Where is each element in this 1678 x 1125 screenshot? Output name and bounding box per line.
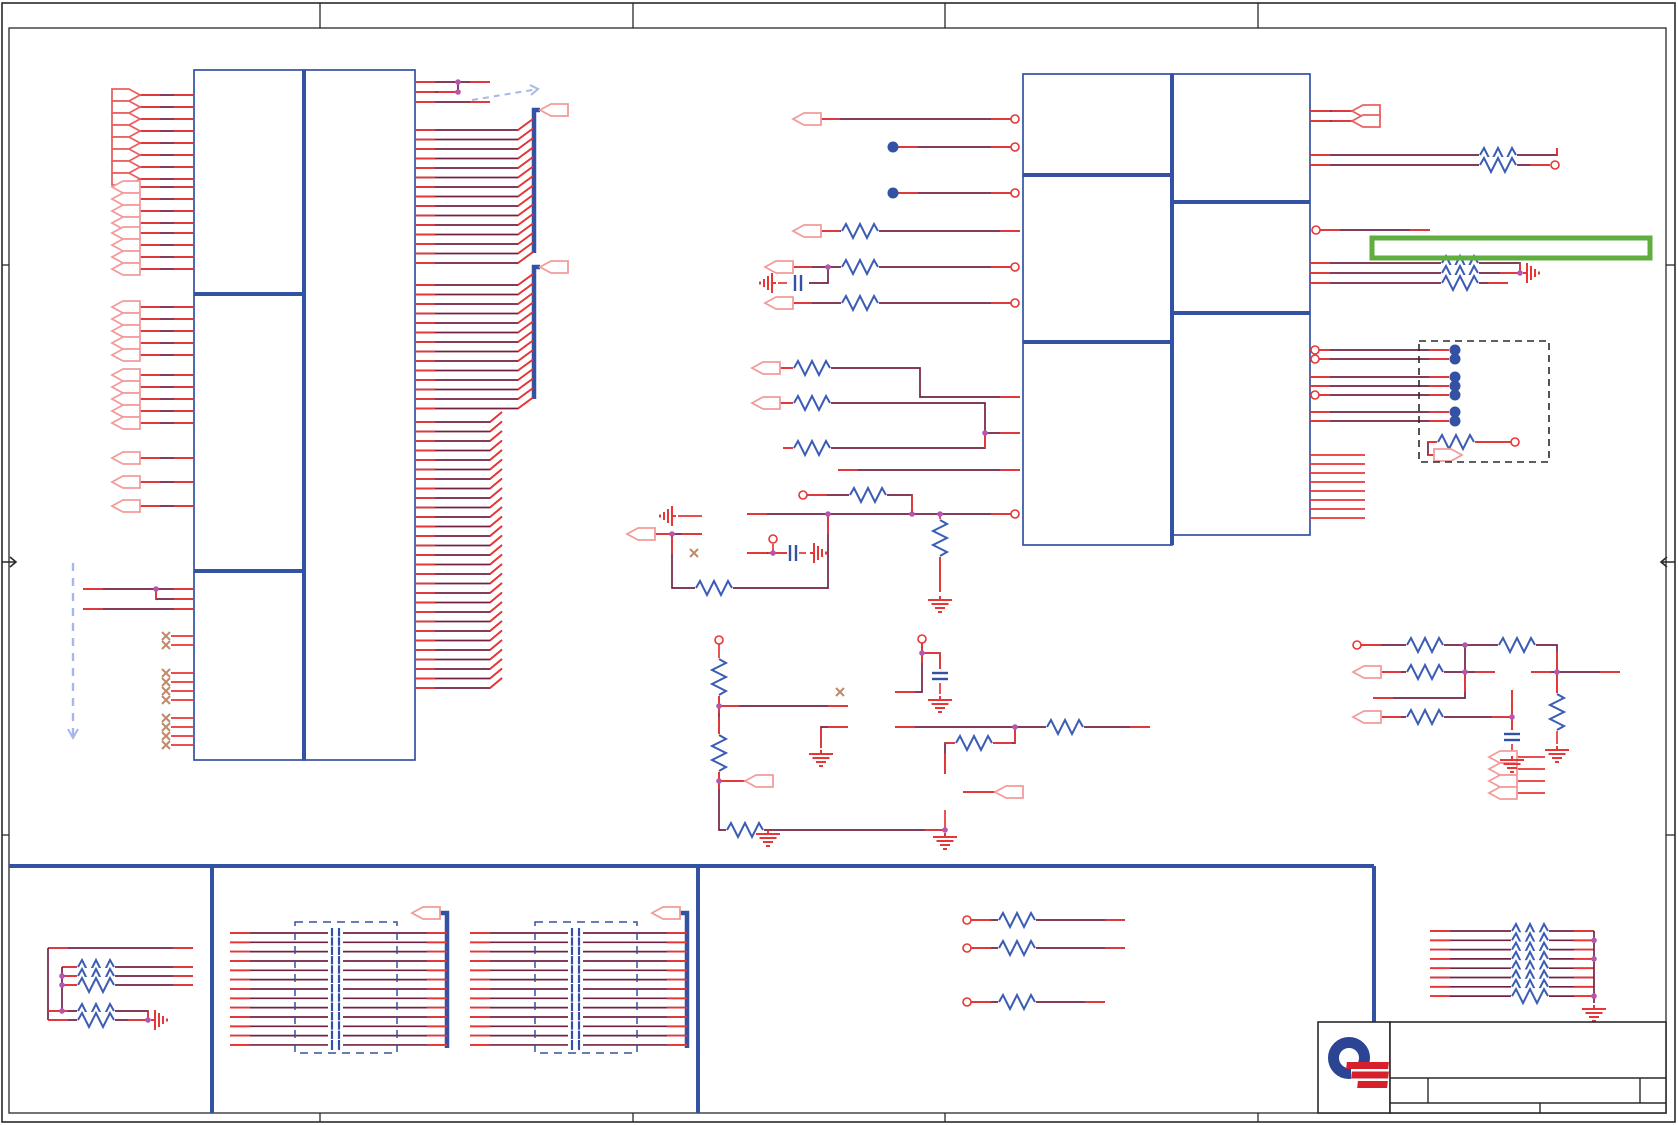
- title-block-grid: [1389, 1021, 1667, 1114]
- wires: [47, 81, 1620, 1046]
- schematic-sheet: [0, 0, 1678, 1125]
- components: [77, 88, 1606, 1051]
- schematic-canvas: [1, 2, 1676, 1123]
- section-dividers: [9, 70, 1376, 1113]
- page-frame: [1, 2, 1676, 1123]
- title-block: [1317, 1021, 1667, 1114]
